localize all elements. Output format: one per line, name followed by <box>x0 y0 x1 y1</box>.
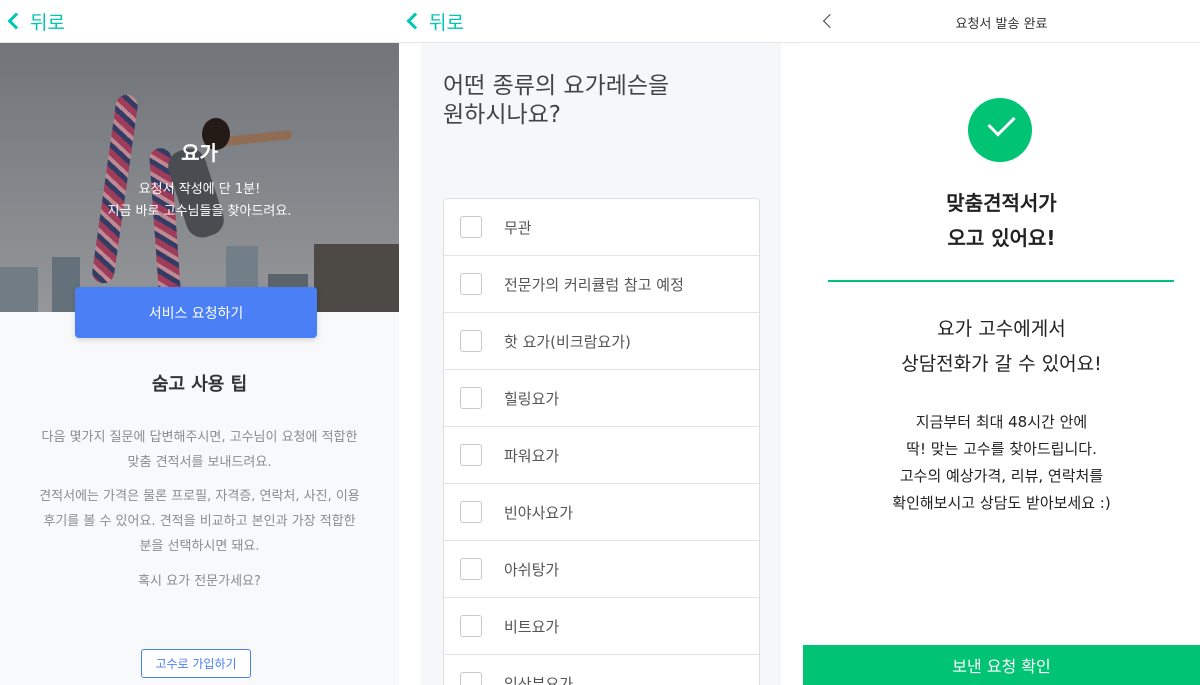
option-label: 무관 <box>504 218 532 237</box>
checkbox[interactable] <box>460 501 482 523</box>
check-icon <box>968 98 1032 162</box>
back-label: 뒤로 <box>429 11 464 34</box>
back-label: 뒤로 <box>30 11 65 34</box>
option-list: 무관 전문가의 커리큘럼 참고 예정 핫 요가(비크람요가) 힐링요가 파워요가… <box>443 198 760 685</box>
option-label: 아쉬탕가 <box>504 560 560 579</box>
option-item[interactable]: 핫 요가(비크람요가) <box>444 313 759 370</box>
back-button[interactable]: 뒤로 <box>6 6 65 36</box>
option-item[interactable]: 임산부요가 <box>444 655 759 685</box>
checkbox[interactable] <box>460 273 482 295</box>
checkbox[interactable] <box>460 330 482 352</box>
option-item[interactable]: 비트요가 <box>444 598 759 655</box>
chevron-left-icon <box>7 12 25 30</box>
request-sent-screen: 요청서 발송 완료 맞춤견적서가 오고 있어요! 요가 고수에게서 상담전화가 … <box>803 0 1200 685</box>
expert-question: 혹시 요가 전문가세요? <box>138 574 261 589</box>
option-label: 임산부요가 <box>504 674 574 685</box>
option-item[interactable]: 무관 <box>444 199 759 256</box>
option-label: 힐링요가 <box>504 389 560 408</box>
divider <box>828 280 1174 282</box>
option-item[interactable]: 파워요가 <box>444 427 759 484</box>
question-title: 어떤 종류의 요가레슨을 원하시나요? <box>443 73 670 128</box>
checkbox[interactable] <box>460 444 482 466</box>
checkbox[interactable] <box>460 558 482 580</box>
option-label: 비트요가 <box>504 617 560 636</box>
hero-title: 요가 <box>181 141 218 165</box>
option-label: 파워요가 <box>504 446 560 465</box>
checkbox[interactable] <box>460 216 482 238</box>
question-screen: 뒤로 어떤 종류의 요가레슨을 원하시나요? 무관 전문가의 커리큘럼 참고 예… <box>399 0 803 685</box>
option-label: 빈야사요가 <box>504 503 574 522</box>
option-item[interactable]: 전문가의 커리큘럼 참고 예정 <box>444 256 759 313</box>
chevron-left-icon <box>406 12 424 30</box>
checkbox[interactable] <box>460 615 482 637</box>
done-subtitle: 요가 고수에게서 상담전화가 갈 수 있어요! <box>901 318 1102 375</box>
hero-subtitle: 요청서 작성에 단 1분! 지금 바로 고수님들을 찾아드려요. <box>107 182 292 219</box>
join-as-expert-button[interactable]: 고수로 가입하기 <box>141 649 251 678</box>
top-bar: 요청서 발송 완료 <box>803 0 1200 43</box>
checkbox[interactable] <box>460 387 482 409</box>
tips-paragraph: 견적서에는 가격은 물론 프로필, 자격증, 연락처, 사진, 이용 후기를 볼… <box>39 489 360 554</box>
option-item[interactable]: 빈야사요가 <box>444 484 759 541</box>
page-title: 요청서 발송 완료 <box>955 17 1048 32</box>
option-label: 전문가의 커리큘럼 참고 예정 <box>504 275 684 294</box>
top-bar: 뒤로 <box>0 0 399 43</box>
tips-paragraph: 다음 몇가지 질문에 답변해주시면, 고수님이 요청에 적합한 맞춤 견적서를 … <box>41 430 358 470</box>
done-title: 맞춤견적서가 오고 있어요! <box>946 191 1057 250</box>
option-item[interactable]: 힐링요가 <box>444 370 759 427</box>
option-item[interactable]: 아쉬탕가 <box>444 541 759 598</box>
view-sent-request-button[interactable]: 보낸 요청 확인 <box>803 645 1200 685</box>
back-button[interactable]: 뒤로 <box>405 6 464 36</box>
hero-image: 요가 요청서 작성에 단 1분! 지금 바로 고수님들을 찾아드려요. <box>0 43 399 312</box>
service-intro-screen: 뒤로 요가 요청서 작성에 단 1분! 지금 바로 고수님들을 찾아드려요. 서… <box>0 0 399 685</box>
done-description: 지금부터 최대 48시간 안에 딱! 맞는 고수를 찾아드립니다. 고수의 예상… <box>892 413 1111 512</box>
checkbox[interactable] <box>460 672 482 685</box>
request-service-button[interactable]: 서비스 요청하기 <box>75 287 317 338</box>
tips-title: 숨고 사용 팁 <box>151 374 248 395</box>
top-bar: 뒤로 <box>399 0 803 43</box>
option-label: 핫 요가(비크람요가) <box>504 332 631 351</box>
